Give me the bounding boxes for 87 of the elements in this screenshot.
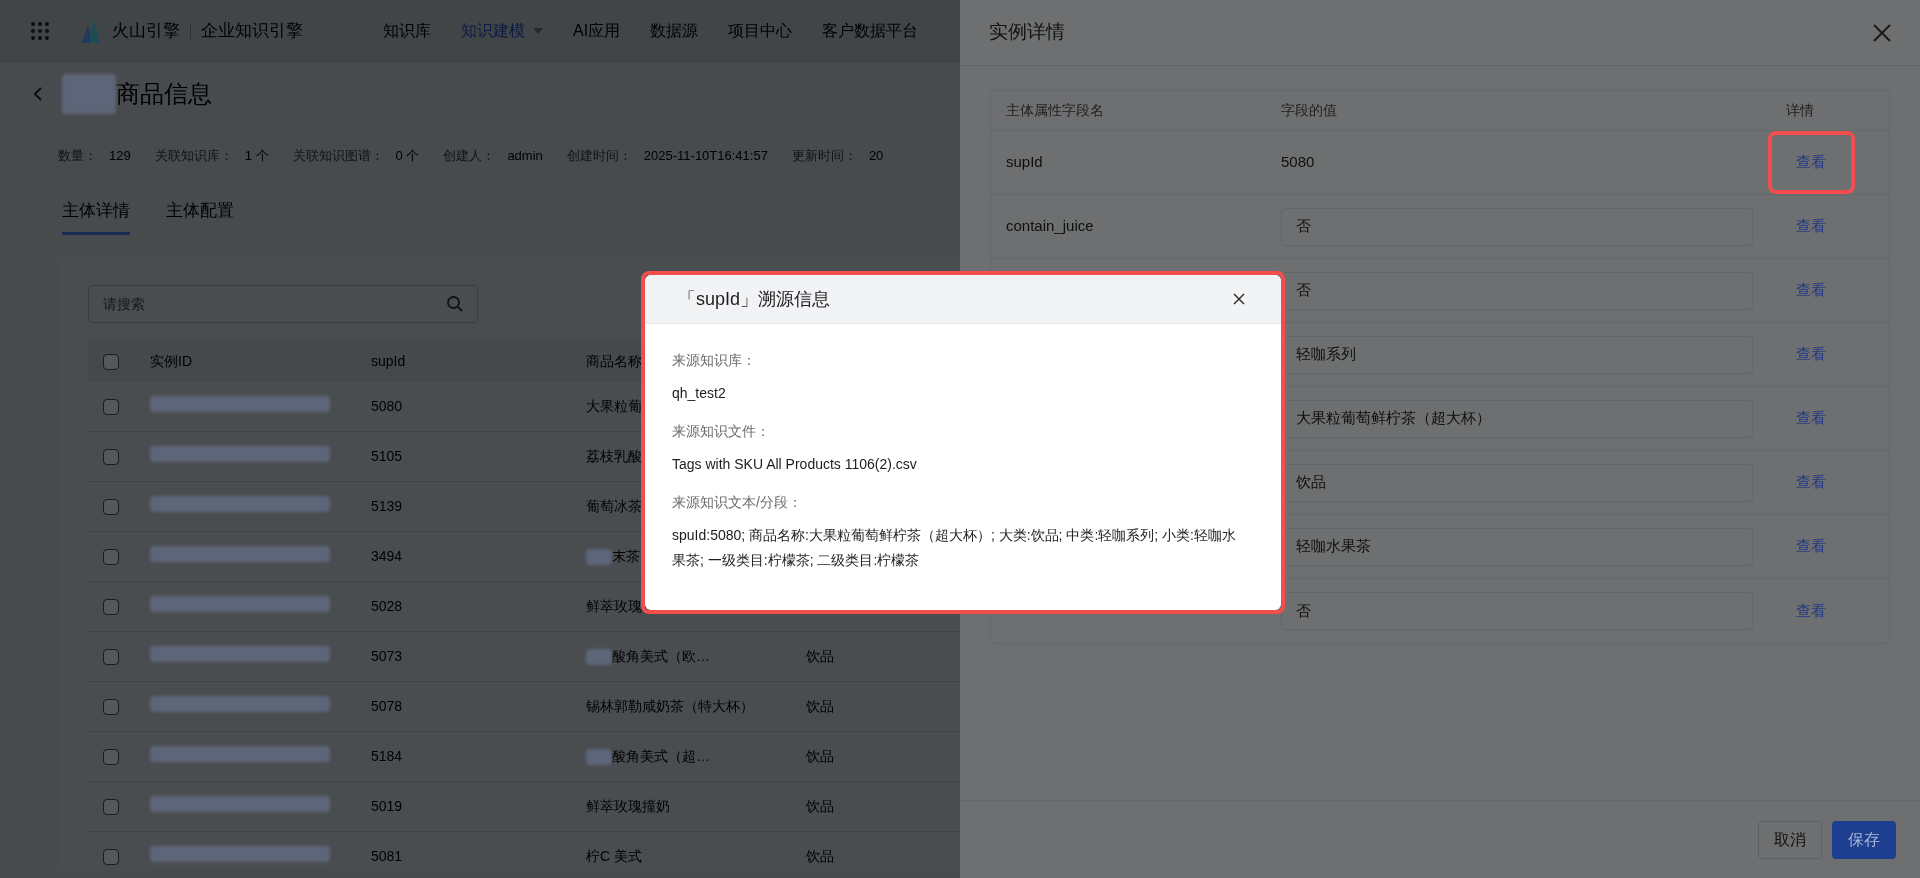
source-label: 来源知识文本/分段： [672, 493, 802, 512]
table-cell: 5019 [371, 798, 403, 814]
table-cell-text: 饮品 [806, 647, 834, 666]
logo-icon [80, 18, 102, 43]
checkbox[interactable] [103, 798, 119, 815]
view-link[interactable]: 查看 [1796, 537, 1826, 555]
view-link[interactable]: 查看 [1796, 345, 1826, 363]
table-cell: 5080 [371, 398, 403, 414]
checkbox[interactable] [103, 648, 119, 665]
save-button[interactable]: 保存 [1832, 820, 1896, 859]
checkbox[interactable] [103, 598, 119, 615]
table-cell-text: 大果粒葡 [586, 397, 642, 416]
meta-value: 0 个 [395, 147, 420, 166]
page-tab[interactable]: 主体配置 [166, 198, 234, 235]
meta-value: 20 [868, 147, 884, 166]
nav-tab[interactable]: 项目中心 [728, 18, 793, 43]
source-value: spuId:5080; 商品名称:大果粒葡萄鲜柠茶（超大杯）; 大类:饮品; 中类:轻咖系列; 小类:轻咖水果茶; 一级类目:柠檬茶; 二级类目:柠檬茶 [672, 526, 1237, 570]
table-cell-text: 饮品 [806, 747, 834, 766]
brand-name: 火山引擎 [112, 19, 180, 42]
table-cell-text: 锡林郭勒咸奶茶（特大杯） [586, 697, 754, 716]
dialog-title: 「supId」溯源信息 [678, 287, 831, 311]
source-label: 来源知识文件： [672, 422, 770, 441]
meta-value: 2025-11-10T16:41:57 [643, 147, 768, 166]
checkbox[interactable] [103, 748, 119, 765]
product-name: 企业知识引擎 [201, 19, 303, 42]
field-name: supId [1006, 153, 1043, 171]
value-input[interactable]: 否 [1281, 207, 1753, 246]
source-label: 来源知识库： [672, 351, 756, 370]
view-link[interactable]: 查看 [1796, 409, 1826, 427]
checkbox[interactable] [103, 848, 119, 865]
source-value: qh_test2 [672, 384, 726, 403]
table-cell: 5105 [371, 448, 403, 464]
table-cell-text: 酸角美式（欧… [612, 647, 710, 666]
nav-tab[interactable]: 客户数据平台 [822, 18, 919, 43]
field-name: contain_juice [1006, 217, 1094, 235]
checkbox[interactable] [103, 698, 119, 715]
table-cell-text: 饮品 [806, 797, 834, 816]
table-cell: 5139 [371, 498, 403, 514]
value-input[interactable]: 否 [1281, 592, 1753, 630]
table-cell-text: 末茶 [612, 547, 640, 566]
back-icon[interactable] [32, 86, 44, 102]
checkbox[interactable] [103, 353, 119, 370]
table-cell-text: 鲜萃玫瑰撞奶 [586, 797, 670, 816]
column-header: 商品名称 [586, 353, 642, 369]
table-cell: 3494 [371, 548, 403, 564]
view-link[interactable]: 查看 [1796, 153, 1826, 171]
table-cell: 5073 [371, 648, 403, 664]
drawer-title: 实例详情 [989, 20, 1065, 45]
column-header: 字段的值 [1281, 102, 1337, 118]
checkbox[interactable] [103, 498, 119, 515]
column-header: supId [371, 353, 406, 369]
meta-value: 129 [109, 147, 131, 166]
nav-tab[interactable]: 知识库 [383, 18, 431, 43]
column-header: 主体属性字段名 [1006, 102, 1104, 118]
search-icon[interactable] [446, 295, 464, 313]
table-cell: 5028 [371, 598, 403, 614]
field-value: 5080 [1281, 153, 1315, 171]
nav-tab[interactable]: 数据源 [650, 18, 699, 43]
meta-value: admin [507, 147, 543, 166]
meta-value: 1 个 [244, 147, 269, 166]
source-value: Tags with SKU All Products 1106(2).csv [672, 455, 917, 474]
table-cell-text: 饮品 [806, 847, 834, 866]
checkbox[interactable] [103, 398, 119, 415]
meta-label: 创建人： [443, 147, 496, 166]
table-cell-text: 鲜萃玫瑰 [586, 597, 642, 616]
table-cell-text: 荔枝乳酸 [586, 447, 642, 466]
nav-tab[interactable]: AI应用 [573, 18, 621, 43]
page-tab[interactable]: 主体详情 [62, 198, 130, 235]
table-cell-text: 柠C 美式 [586, 847, 642, 866]
view-link[interactable]: 查看 [1796, 281, 1826, 299]
view-link[interactable]: 查看 [1796, 473, 1826, 491]
table-cell-text: 饮品 [806, 697, 834, 716]
checkbox[interactable] [103, 548, 119, 565]
table-cell: 5078 [371, 698, 403, 714]
checkbox[interactable] [103, 448, 119, 465]
column-header: 实例ID [150, 353, 192, 369]
table-cell: 5184 [371, 748, 403, 764]
cancel-button[interactable]: 取消 [1758, 820, 1822, 859]
table-cell-text: 酸角美式（超… [612, 747, 710, 766]
close-icon[interactable] [1233, 293, 1245, 305]
table-cell: 5081 [371, 848, 403, 864]
page-title: 商品信息 [116, 79, 212, 109]
view-link[interactable]: 查看 [1796, 217, 1826, 235]
app-grid-icon[interactable] [30, 20, 50, 41]
table-cell-text: 葡萄冰茶 [586, 497, 642, 516]
view-link[interactable]: 查看 [1796, 601, 1826, 619]
column-header: 详情 [1786, 101, 1814, 120]
